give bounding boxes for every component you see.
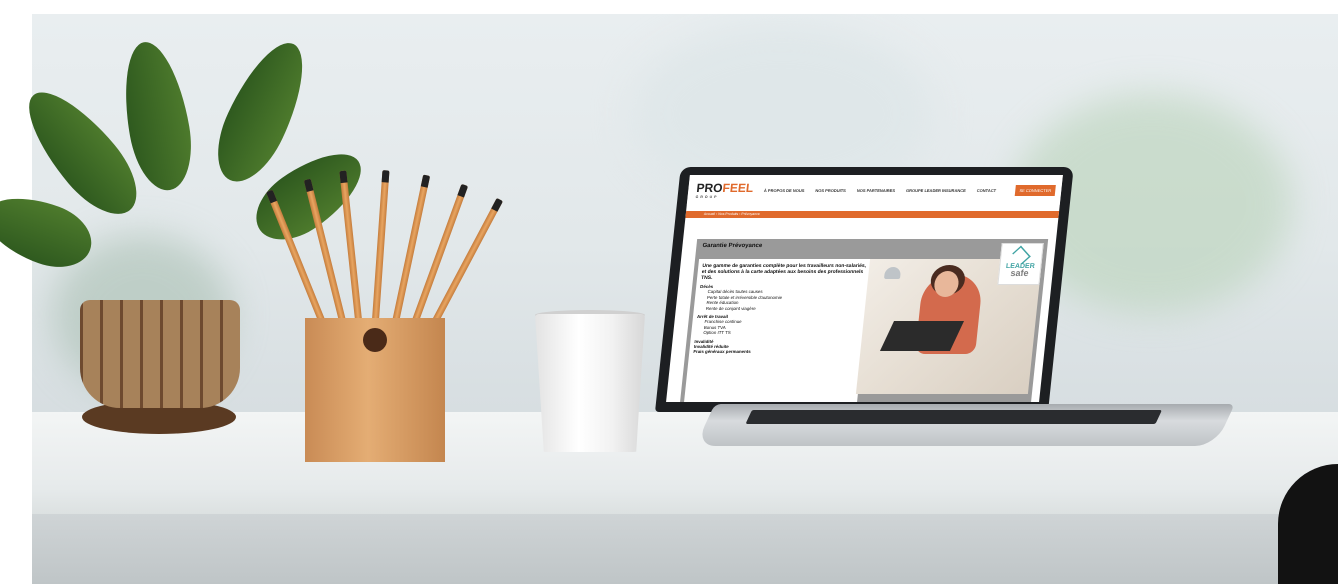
breadcrumb: Accueil › Nos Produits › Prévoyance [685,211,1060,218]
nav-item-contact[interactable]: CONTACT [977,188,997,193]
laptop-screen: PROFEEL GROUP À PROPOS DE NOUS NOS PRODU… [666,175,1063,402]
desk-lamp [883,267,902,279]
block-heading: Frais généraux permanents [693,349,751,355]
logo-text-feel: FEEL [721,181,754,195]
login-button[interactable]: SE CONNECTER [1014,184,1056,196]
house-icon [1012,245,1031,265]
logo-text-pro: PRO [695,181,724,195]
leader-safe-logo: LEADER safe [997,243,1044,285]
desk-edge [32,514,1338,584]
photo-scene: PROFEEL GROUP À PROPOS DE NOUS NOS PRODU… [0,0,1338,584]
wooden-pencil-holder [305,318,445,462]
white-mug [535,314,645,452]
keyboard [745,410,1162,424]
nav-item-partners[interactable]: NOS PARTENAIRES [857,188,896,193]
site-navbar: PROFEEL GROUP À PROPOS DE NOUS NOS PRODU… [686,175,1063,205]
list-item: Option ITT TS [703,330,732,336]
holder-hole [363,328,387,352]
laptop-lid: PROFEEL GROUP À PROPOS DE NOUS NOS PRODU… [655,167,1074,412]
list-item: Rente de conjoint viagère [705,305,756,311]
content-panel: Garantie Prévoyance Une gamme de garanti… [680,239,1049,402]
small-laptop [879,321,965,351]
profeel-logo[interactable]: PROFEEL GROUP [695,181,754,199]
nav-item-group[interactable]: GROUPE LEADER INSURANCE [906,188,966,193]
logo-subtitle: GROUP [695,195,719,199]
laptop-base [695,404,1235,446]
section-title: Garantie Prévoyance [702,243,763,249]
wicker-pot [80,300,240,408]
nav-item-products[interactable]: NOS PRODUITS [815,188,846,193]
text-card: Une gamme de garanties complète pour les… [684,259,873,402]
intro-text: Une gamme de garanties complète pour les… [700,263,867,281]
nav-item-about[interactable]: À PROPOS DE NOUS [764,188,805,193]
